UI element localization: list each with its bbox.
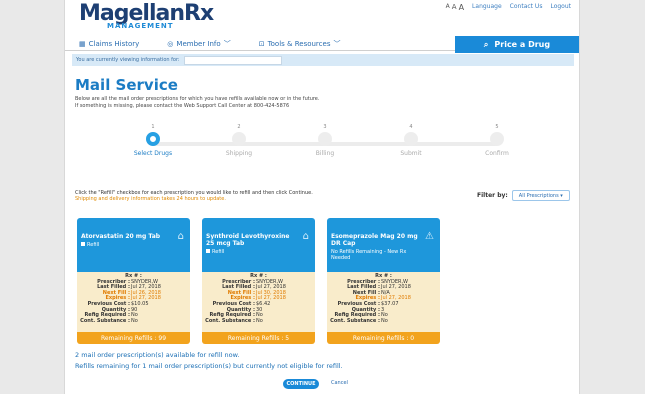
step-dot <box>404 132 418 146</box>
nav-member-info[interactable]: ◎ Member Info ﹀ <box>153 39 230 49</box>
prescription-card: Esomeprazole Mag 20 mg DR Cap No Refills… <box>327 218 440 344</box>
logo-rx-text: Rx <box>184 1 214 26</box>
price-a-drug-label: Price a Drug <box>494 40 551 49</box>
step-number: 3 <box>323 124 327 130</box>
cancel-link[interactable]: Cancel <box>331 380 348 386</box>
field-label: Cont. Substance : <box>205 317 255 324</box>
refill-instructions: Click the "Refill" checkbox for each pre… <box>75 190 313 202</box>
warning-icon: ⚠ <box>425 231 434 242</box>
font-size-medium[interactable]: A <box>452 3 457 12</box>
step-label: Select Drugs <box>133 150 173 157</box>
card-details: Rx # : Prescriber : SNYDER,W Last Filled … <box>77 272 190 332</box>
page: MagellanRx MANAGEMENT A A A Language Con… <box>64 0 580 394</box>
nav-claims-history-label: Claims History <box>88 39 140 48</box>
shipping-update-note: Shipping and delivery information takes … <box>75 196 226 202</box>
field-label: Cont. Substance : <box>80 317 130 324</box>
step-number: 5 <box>495 124 499 130</box>
remaining-refills-bar: Remaining Refills : 5 <box>202 332 315 344</box>
drug-name: Atorvastatin 20 mg Tab <box>81 233 161 240</box>
no-refills-status: No Refills Remaining - New Rx Needed <box>331 249 407 261</box>
nav-tools-resources[interactable]: ⊡ Tools & Resources ﹀ <box>245 39 341 49</box>
font-size-large[interactable]: A <box>459 3 464 12</box>
card-header: Atorvastatin 20 mg Tab Refill ⌂ <box>77 218 190 272</box>
refill-label: Refill <box>87 242 100 248</box>
cont-substance-value: No <box>131 317 138 324</box>
shirt-refill-icon: ⌂ <box>177 231 184 242</box>
checkbox-icon <box>206 249 210 253</box>
price-a-drug-button[interactable]: ⌕ Price a Drug <box>455 36 579 53</box>
filter-label: Filter by: <box>477 192 508 199</box>
progress-steps: 1 Select Drugs 2 Shipping 3 Billing 4 Su… <box>65 124 579 172</box>
page-title: Mail Service <box>75 76 178 94</box>
magellan-rx-logo[interactable]: MagellanRx MANAGEMENT <box>79 1 214 30</box>
remaining-refills-bar: Remaining Refills : 0 <box>327 332 440 344</box>
filter-control: Filter by: All Prescriptions ▾ <box>477 190 570 201</box>
prescription-card: Synthroid Levothyroxine 25 mcg Tab Refil… <box>202 218 315 344</box>
drug-name: Esomeprazole Mag 20 mg DR Cap <box>331 233 418 247</box>
remaining-refills-bar: Remaining Refills : 99 <box>77 332 190 344</box>
viewing-member-select[interactable] <box>183 55 282 65</box>
step-label: Shipping <box>225 150 253 157</box>
refill-summary: 2 mail order prescription(s) available f… <box>75 350 343 372</box>
step-confirm: 5 Confirm <box>467 124 527 157</box>
card-details: Rx # : Prescriber : SNYDER,W Last Filled … <box>202 272 315 332</box>
step-dot <box>146 132 160 146</box>
grid-icon: ▦ <box>79 39 86 48</box>
step-number: 2 <box>237 124 241 130</box>
logout-link[interactable]: Logout <box>550 3 571 10</box>
member-card-icon: ◎ <box>167 39 174 48</box>
step-billing: 3 Billing <box>295 124 355 157</box>
refill-checkbox[interactable]: Refill <box>81 242 172 248</box>
font-size-controls: A A A <box>446 3 464 12</box>
filter-selected-value: All Prescriptions <box>518 192 559 199</box>
drug-name: Synthroid Levothyroxine 25 mcg Tab <box>206 233 290 247</box>
language-link[interactable]: Language <box>472 3 502 10</box>
intro-line-2: If something is missing, please contact … <box>75 103 290 109</box>
step-shipping: 2 Shipping <box>209 124 269 157</box>
chevron-down-icon: ﹀ <box>223 39 231 48</box>
logo-subtitle: MANAGEMENT <box>107 22 174 30</box>
card-header: Esomeprazole Mag 20 mg DR Cap No Refills… <box>327 218 440 272</box>
step-number: 1 <box>151 124 155 130</box>
nav-member-info-label: Member Info <box>176 39 221 48</box>
intro-line-1: Below are all the mail order prescriptio… <box>75 96 320 102</box>
step-label: Billing <box>315 150 335 157</box>
step-dot <box>318 132 332 146</box>
summary-not-eligible: Refills remaining for 1 mail order presc… <box>75 362 343 370</box>
search-icon: ⌕ <box>483 39 489 49</box>
chevron-down-icon: ▾ <box>560 192 563 199</box>
chevron-down-icon: ﹀ <box>333 39 341 48</box>
viewing-info-bar: You are currently viewing information fo… <box>72 54 574 66</box>
nav-claims-history[interactable]: ▦ Claims History <box>65 40 139 48</box>
top-links: A A A Language Contact Us Logout <box>446 3 571 12</box>
summary-available: 2 mail order prescription(s) available f… <box>75 351 240 359</box>
prescription-card: Atorvastatin 20 mg Tab Refill ⌂ Rx # : P… <box>77 218 190 344</box>
refill-label: Refill <box>212 249 225 255</box>
contact-us-link[interactable]: Contact Us <box>510 3 543 10</box>
step-number: 4 <box>409 124 413 130</box>
shirt-refill-icon: ⌂ <box>302 231 309 242</box>
step-select-drugs: 1 Select Drugs <box>123 124 183 157</box>
viewing-info-label: You are currently viewing information fo… <box>76 57 180 63</box>
card-details: Rx # : Prescriber : SNYDER,W Last Filled … <box>327 272 440 332</box>
cont-substance-value: No <box>256 317 263 324</box>
filter-select[interactable]: All Prescriptions ▾ <box>511 190 570 201</box>
nav-tools-resources-label: Tools & Resources <box>267 39 331 48</box>
step-dot <box>490 132 504 146</box>
field-label: Cont. Substance : <box>330 317 380 324</box>
card-header: Synthroid Levothyroxine 25 mcg Tab Refil… <box>202 218 315 272</box>
page-intro: Below are all the mail order prescriptio… <box>75 96 495 110</box>
step-submit: 4 Submit <box>381 124 441 157</box>
cont-substance-value: No <box>381 317 388 324</box>
font-size-small[interactable]: A <box>446 3 450 12</box>
step-dot <box>232 132 246 146</box>
continue-button[interactable]: CONTINUE <box>283 379 319 389</box>
refill-checkbox[interactable]: Refill <box>206 249 297 255</box>
step-label: Confirm <box>485 150 509 157</box>
step-label: Submit <box>400 150 422 157</box>
tools-icon: ⊡ <box>258 39 265 48</box>
checkbox-icon <box>81 242 85 246</box>
